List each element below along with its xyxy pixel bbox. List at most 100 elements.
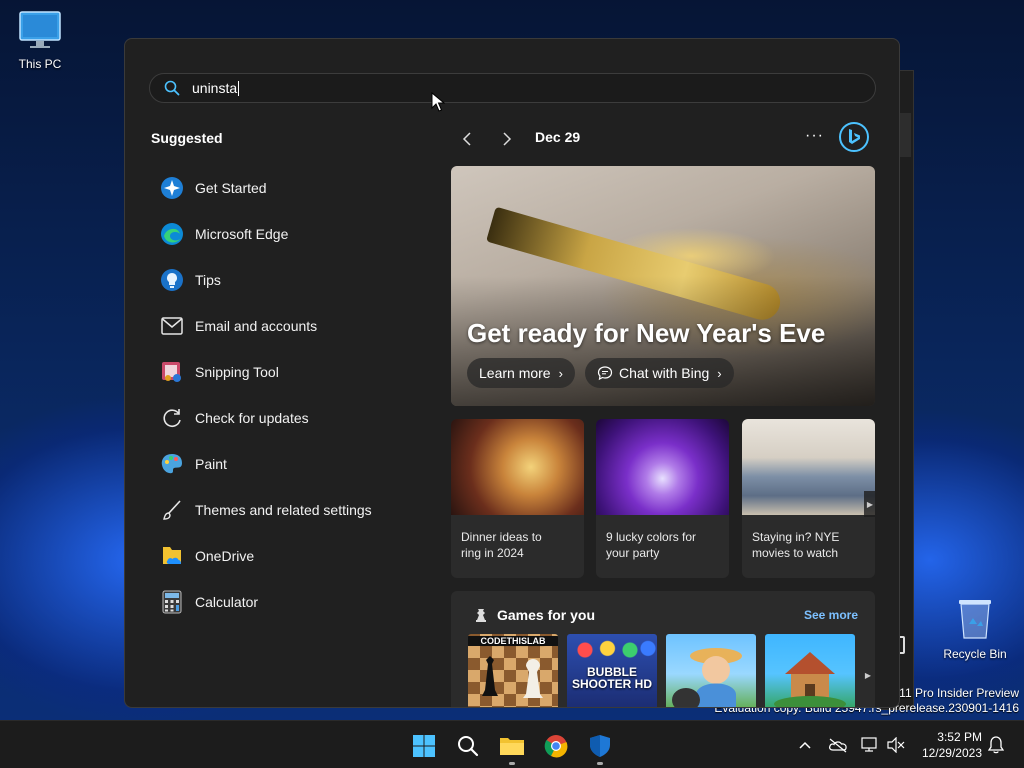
tips-icon xyxy=(159,267,185,293)
suggested-item-label: Calculator xyxy=(195,594,259,610)
news-card-caption-line: movies to watch xyxy=(752,546,839,560)
clock-date: 12/29/2023 xyxy=(921,746,982,760)
feed-back-button[interactable] xyxy=(457,129,477,149)
suggested-item-label: Microsoft Edge xyxy=(195,226,289,242)
suggested-item-tips[interactable]: Tips xyxy=(159,257,429,303)
news-card[interactable]: 9 lucky colors for your party xyxy=(596,419,729,578)
suggested-item-onedrive[interactable]: OneDrive xyxy=(159,533,429,579)
chevron-up-icon xyxy=(799,741,811,749)
desktop-icon-label: Recycle Bin xyxy=(943,647,1007,661)
news-card-image xyxy=(451,419,584,515)
taskbar: 3:52 PM 12/29/2023 xyxy=(0,720,1024,768)
notifications-button[interactable] xyxy=(986,735,1006,755)
cloud-offline-icon xyxy=(829,738,847,753)
chrome-icon xyxy=(544,735,568,758)
edge-icon xyxy=(159,221,185,247)
desktop-icon-this-pc[interactable]: This PC xyxy=(0,10,80,71)
windows-logo-icon xyxy=(413,735,435,757)
learn-more-label: Learn more xyxy=(479,365,551,381)
news-card-image xyxy=(596,419,729,515)
network-button[interactable] xyxy=(860,735,880,755)
chevron-right-icon: › xyxy=(558,365,563,381)
suggested-item-paint[interactable]: Paint xyxy=(159,441,429,487)
watermark-line1: s 11 Pro Insider Preview xyxy=(889,686,1019,700)
bing-icon xyxy=(839,122,869,152)
news-card-caption: 9 lucky colors for your party xyxy=(596,515,729,561)
suggested-item-label: Tips xyxy=(195,272,221,288)
search-input[interactable]: uninsta xyxy=(149,73,876,103)
security-button[interactable] xyxy=(587,733,613,759)
suggested-item-email-and-accounts[interactable]: Email and accounts xyxy=(159,303,429,349)
chat-icon xyxy=(597,366,613,381)
show-hidden-icons-button[interactable] xyxy=(795,735,815,755)
brush-icon xyxy=(159,497,185,523)
onedrive-tray-button[interactable] xyxy=(828,735,848,755)
game-tile[interactable] xyxy=(765,634,855,707)
suggested-item-get-started[interactable]: Get Started xyxy=(159,165,429,211)
games-scroll-right-button[interactable]: ▶ xyxy=(865,671,871,680)
learn-more-button[interactable]: Learn more › xyxy=(467,358,575,388)
news-cards: Dinner ideas to ring in 2024 9 lucky col… xyxy=(451,419,875,578)
suggested-item-label: Check for updates xyxy=(195,410,309,426)
mail-icon xyxy=(159,313,185,339)
game-tile-label: CODETHISLAB xyxy=(468,636,558,646)
suggested-heading: Suggested xyxy=(151,130,223,146)
game-tile[interactable]: BUBBLE SHOOTER HD xyxy=(567,634,657,707)
suggested-item-label: Snipping Tool xyxy=(195,364,279,380)
house-art xyxy=(774,652,846,707)
news-card[interactable]: Staying in? NYE movies to watch ▶ xyxy=(742,419,875,578)
news-card-caption-line: Staying in? NYE xyxy=(752,530,840,544)
news-card-caption-line: your party xyxy=(606,546,660,560)
recycle-bin-icon xyxy=(959,600,991,639)
clock-button[interactable]: 3:52 PM 12/29/2023 xyxy=(912,729,982,761)
onedrive-icon xyxy=(159,543,185,569)
chrome-button[interactable] xyxy=(543,733,569,759)
volume-button[interactable] xyxy=(886,735,906,755)
suggested-item-calculator[interactable]: Calculator xyxy=(159,579,429,625)
taskbar-search-button[interactable] xyxy=(455,733,481,759)
chat-with-bing-label: Chat with Bing xyxy=(619,365,710,381)
suggested-list: Get Started Microsoft Edge Tips Email an… xyxy=(159,165,429,625)
news-card-caption-line: 9 lucky colors for xyxy=(606,530,697,544)
news-card[interactable]: Dinner ideas to ring in 2024 xyxy=(451,419,584,578)
suggested-item-snipping-tool[interactable]: Snipping Tool xyxy=(159,349,429,395)
game-tile[interactable] xyxy=(666,634,756,707)
farmer-character-art xyxy=(672,648,742,707)
snipping-tool-icon xyxy=(159,359,185,385)
hero-card[interactable]: Get ready for New Year's Eve Learn more … xyxy=(451,166,875,406)
see-more-link[interactable]: See more xyxy=(804,608,858,622)
game-tile[interactable]: CODETHISLAB xyxy=(468,634,558,707)
desktop-icon-recycle-bin[interactable]: Recycle Bin xyxy=(935,596,1015,661)
speaker-muted-icon xyxy=(887,737,905,753)
more-options-button[interactable]: ··· xyxy=(805,127,824,145)
chat-with-bing-button[interactable]: Chat with Bing › xyxy=(585,358,734,388)
suggested-item-check-for-updates[interactable]: Check for updates xyxy=(159,395,429,441)
suggested-item-themes[interactable]: Themes and related settings xyxy=(159,487,429,533)
chevron-right-icon: › xyxy=(717,365,722,381)
cards-scroll-right-button[interactable]: ▶ xyxy=(864,491,875,517)
get-started-icon xyxy=(159,175,185,201)
start-button[interactable] xyxy=(411,733,437,759)
suggested-item-label: Email and accounts xyxy=(195,318,318,334)
start-menu: uninsta Suggested Get Started Microsoft … xyxy=(124,38,900,708)
games-section: Games for you See more CODETHISLAB BUBBL… xyxy=(451,591,875,707)
games-title: Games for you xyxy=(497,607,596,623)
bell-icon xyxy=(988,736,1004,754)
mouse-cursor-icon xyxy=(431,92,445,112)
news-card-caption: Staying in? NYE movies to watch xyxy=(742,515,875,561)
feed-date: Dec 29 xyxy=(535,129,581,145)
chevron-right-icon xyxy=(503,132,512,146)
monitor-icon xyxy=(19,11,61,48)
clock-time: 3:52 PM xyxy=(937,730,982,744)
suggested-item-microsoft-edge[interactable]: Microsoft Edge xyxy=(159,211,429,257)
game-tile-label: BUBBLE SHOOTER HD xyxy=(571,665,652,691)
file-explorer-button[interactable] xyxy=(499,733,525,759)
chevron-left-icon xyxy=(462,132,471,146)
news-card-caption-line: Dinner ideas to xyxy=(461,530,542,544)
news-card-caption: Dinner ideas to ring in 2024 xyxy=(451,515,584,561)
feed-forward-button[interactable] xyxy=(497,129,517,149)
games-heading: Games for you xyxy=(473,607,595,623)
suggested-item-label: OneDrive xyxy=(195,548,255,564)
bing-button[interactable] xyxy=(838,121,870,153)
running-indicator xyxy=(597,762,603,765)
